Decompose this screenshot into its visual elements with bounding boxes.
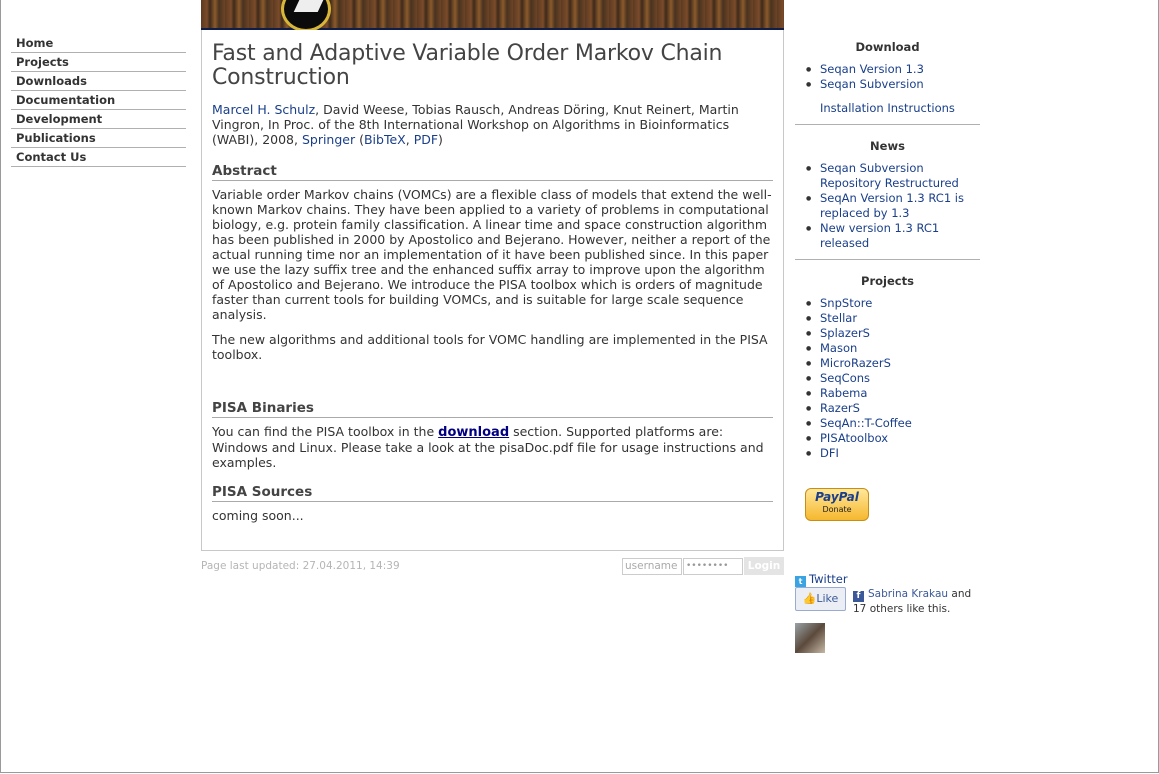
main-nav: Home Projects Downloads Documentation De… bbox=[11, 34, 186, 167]
download-heading: Download bbox=[855, 40, 920, 54]
installation-instructions-link[interactable]: Installation Instructions bbox=[795, 101, 980, 116]
project-item-splazers[interactable]: SplazerS bbox=[806, 326, 980, 341]
twitter-link[interactable]: t Twitter bbox=[795, 572, 848, 587]
download-link[interactable]: download bbox=[438, 425, 509, 440]
main-content: Fast and Adaptive Variable Order Markov … bbox=[201, 30, 784, 551]
project-item-rabema[interactable]: Rabema bbox=[806, 386, 980, 401]
project-item-snpstore[interactable]: SnpStore bbox=[806, 296, 980, 311]
twitter-label: Twitter bbox=[809, 572, 848, 586]
facebook-friend-name[interactable]: Sabrina Krakau bbox=[868, 588, 948, 600]
facebook-like-text: f Sabrina Krakau and 17 others like this. bbox=[853, 587, 978, 616]
news-item[interactable]: New version 1.3 RC1 released bbox=[806, 221, 980, 251]
sources-text: coming soon... bbox=[212, 508, 304, 523]
abstract-paragraph-2: The new algorithms and additional tools … bbox=[212, 332, 768, 362]
divider bbox=[795, 259, 980, 260]
project-item-seqan-tcoffee[interactable]: SeqAn::T-Coffee bbox=[806, 416, 980, 431]
login-button[interactable]: Login bbox=[744, 557, 784, 575]
nav-home[interactable]: Home bbox=[11, 34, 186, 53]
right-sidebar: Download Seqan Version 1.3 Seqan Subvers… bbox=[795, 40, 980, 461]
thumbs-up-icon: 👍 bbox=[802, 592, 817, 605]
binaries-heading: PISA Binaries bbox=[212, 400, 773, 418]
username-input[interactable]: username bbox=[622, 558, 682, 575]
facebook-like-button[interactable]: 👍Like bbox=[795, 587, 846, 611]
facebook-icon: f bbox=[853, 591, 864, 602]
last-updated: Page last updated: 27.04.2011, 14:39 bbox=[201, 560, 400, 572]
nav-contact-us[interactable]: Contact Us bbox=[11, 148, 186, 167]
news-item[interactable]: SeqAn Version 1.3 RC1 is replaced by 1.3 bbox=[806, 191, 980, 221]
paypal-logo: PayPal bbox=[815, 490, 859, 504]
abstract-paragraph-1: Variable order Markov chains (VOMCs) are… bbox=[212, 187, 772, 322]
binaries-text-pre: You can find the PISA toolbox in the bbox=[212, 424, 439, 439]
projects-list: SnpStore Stellar SplazerS Mason MicroRaz… bbox=[795, 296, 980, 461]
donate-label: Donate bbox=[822, 505, 852, 514]
like-label: Like bbox=[816, 592, 839, 605]
download-list: Seqan Version 1.3 Seqan Subversion bbox=[795, 62, 980, 92]
authors-paren-close: ) bbox=[438, 132, 443, 147]
nav-publications[interactable]: Publications bbox=[11, 129, 186, 148]
nav-development[interactable]: Development bbox=[11, 110, 186, 129]
authors-comma: , bbox=[405, 132, 414, 147]
download-item-seqan-1-3[interactable]: Seqan Version 1.3 bbox=[806, 62, 980, 77]
authors-paren-open: ( bbox=[355, 132, 364, 147]
project-item-razers[interactable]: RazerS bbox=[806, 401, 980, 416]
pdf-link[interactable]: PDF bbox=[414, 132, 438, 147]
nav-projects[interactable]: Projects bbox=[11, 53, 186, 72]
projects-heading: Projects bbox=[861, 274, 914, 288]
paypal-donate-button[interactable]: PayPal Donate bbox=[805, 488, 869, 521]
abstract-heading: Abstract bbox=[212, 163, 773, 181]
author-link[interactable]: Marcel H. Schulz bbox=[212, 102, 315, 117]
springer-link[interactable]: Springer bbox=[302, 132, 355, 147]
project-item-microrazers[interactable]: MicroRazerS bbox=[806, 356, 980, 371]
nav-downloads[interactable]: Downloads bbox=[11, 72, 186, 91]
project-item-pisatoolbox[interactable]: PISAtoolbox bbox=[806, 431, 980, 446]
binaries-text: You can find the PISA toolbox in the dow… bbox=[212, 424, 773, 470]
header-banner bbox=[201, 0, 784, 32]
project-item-dfi[interactable]: DFI bbox=[806, 446, 980, 461]
nav-documentation[interactable]: Documentation bbox=[11, 91, 186, 110]
sources-heading: PISA Sources bbox=[212, 484, 773, 502]
password-input[interactable]: •••••••• bbox=[683, 558, 743, 575]
authors: Marcel H. Schulz, David Weese, Tobias Ra… bbox=[212, 102, 773, 147]
bibtex-link[interactable]: BibTeX bbox=[364, 132, 406, 147]
twitter-icon: t bbox=[795, 576, 806, 587]
news-list: Seqan Subversion Repository Restructured… bbox=[795, 161, 980, 251]
project-item-seqcons[interactable]: SeqCons bbox=[806, 371, 980, 386]
page-title: Fast and Adaptive Variable Order Markov … bbox=[212, 41, 723, 90]
project-item-stellar[interactable]: Stellar bbox=[806, 311, 980, 326]
divider bbox=[795, 124, 980, 125]
news-item[interactable]: Seqan Subversion Repository Restructured bbox=[806, 161, 980, 191]
news-heading: News bbox=[870, 139, 905, 153]
download-item-seqan-subversion[interactable]: Seqan Subversion bbox=[806, 77, 980, 92]
project-item-mason[interactable]: Mason bbox=[806, 341, 980, 356]
avatar[interactable] bbox=[795, 623, 825, 653]
